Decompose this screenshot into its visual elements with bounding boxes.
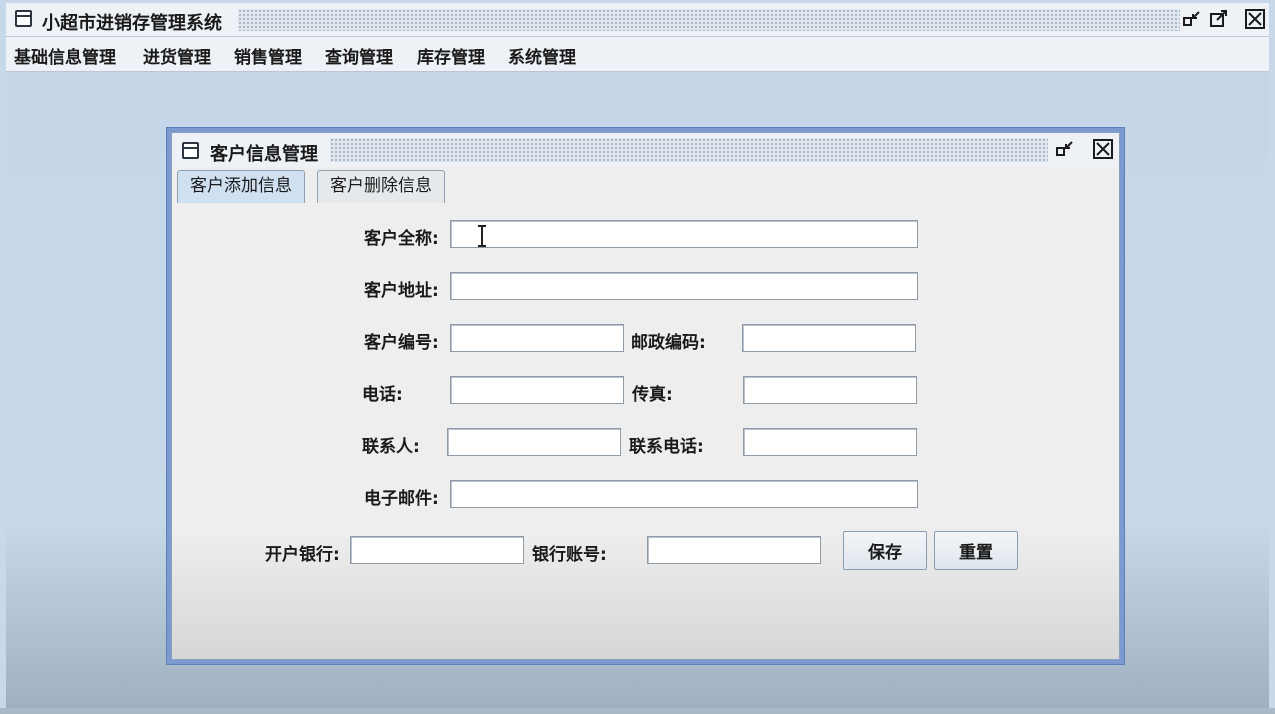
phone-label: 电话: (362, 385, 403, 405)
menu-sales[interactable]: 销售管理 (234, 43, 302, 68)
menu-bar: 基础信息管理 进货管理 销售管理 查询管理 库存管理 系统管理 (6, 37, 1269, 72)
iconify-icon[interactable] (1182, 9, 1202, 29)
bank-label: 开户银行: (265, 545, 340, 565)
email-input[interactable] (450, 480, 918, 508)
menu-system[interactable]: 系统管理 (508, 43, 576, 68)
app-title: 小超市进销存管理系统 (42, 13, 222, 34)
title-bar-grip (238, 9, 1180, 31)
frame-content: 客户信息管理 客户添加信息 客户删除信息 客户全称: 客户地址: 客户编号: 邮… (171, 132, 1120, 660)
window-icon (15, 10, 32, 27)
menu-purchase[interactable]: 进货管理 (143, 43, 211, 68)
full-name-label: 客户全称: (364, 229, 439, 249)
customer-id-input[interactable] (450, 324, 624, 352)
email-label: 电子邮件: (364, 489, 439, 509)
app-title-bar[interactable]: 小超市进销存管理系统 (6, 3, 1269, 37)
full-name-input[interactable] (450, 220, 918, 248)
tab-delete-customer[interactable]: 客户删除信息 (317, 170, 445, 203)
frame-close-icon[interactable] (1093, 139, 1113, 159)
customer-id-label: 客户编号: (364, 333, 439, 353)
contact-label: 联系人: (362, 437, 420, 457)
fax-label: 传真: (632, 385, 673, 405)
contact-phone-label: 联系电话: (629, 437, 704, 457)
address-input[interactable] (450, 272, 918, 300)
reset-button[interactable]: 重置 (934, 531, 1018, 570)
close-icon[interactable] (1245, 9, 1265, 29)
menu-query[interactable]: 查询管理 (325, 43, 393, 68)
bank-input[interactable] (350, 536, 524, 564)
i-beam-cursor-icon (476, 224, 488, 248)
bank-account-label: 银行账号: (532, 545, 607, 565)
window-bottom-edge (0, 708, 1275, 714)
tab-add-customer[interactable]: 客户添加信息 (177, 170, 305, 204)
address-label: 客户地址: (364, 281, 439, 301)
menu-basic-info[interactable]: 基础信息管理 (14, 43, 116, 68)
frame-title-bar[interactable]: 客户信息管理 (172, 133, 1119, 167)
bank-account-input[interactable] (647, 536, 821, 564)
maximize-icon[interactable] (1209, 9, 1229, 29)
frame-title-grip (330, 138, 1048, 162)
contact-phone-input[interactable] (743, 428, 917, 456)
contact-input[interactable] (447, 428, 621, 456)
fax-input[interactable] (743, 376, 917, 404)
app-window: 小超市进销存管理系统 基础信息管理 进货管理 销售管理 查询管理 库存管理 系统… (0, 0, 1275, 714)
menu-inventory[interactable]: 库存管理 (417, 43, 485, 68)
tab-strip: 客户添加信息 客户删除信息 (172, 167, 1119, 204)
frame-title: 客户信息管理 (210, 144, 318, 165)
add-customer-panel: 客户全称: 客户地址: 客户编号: 邮政编码: 电话: 传真: 联系人: 联系电… (172, 203, 1119, 659)
customer-info-frame: 客户信息管理 客户添加信息 客户删除信息 客户全称: 客户地址: 客户编号: 邮… (166, 127, 1125, 665)
frame-iconify-icon[interactable] (1055, 139, 1075, 159)
frame-window-icon (182, 142, 199, 159)
phone-input[interactable] (450, 376, 624, 404)
save-button[interactable]: 保存 (843, 531, 927, 570)
postal-code-label: 邮政编码: (631, 333, 706, 353)
postal-code-input[interactable] (742, 324, 916, 352)
